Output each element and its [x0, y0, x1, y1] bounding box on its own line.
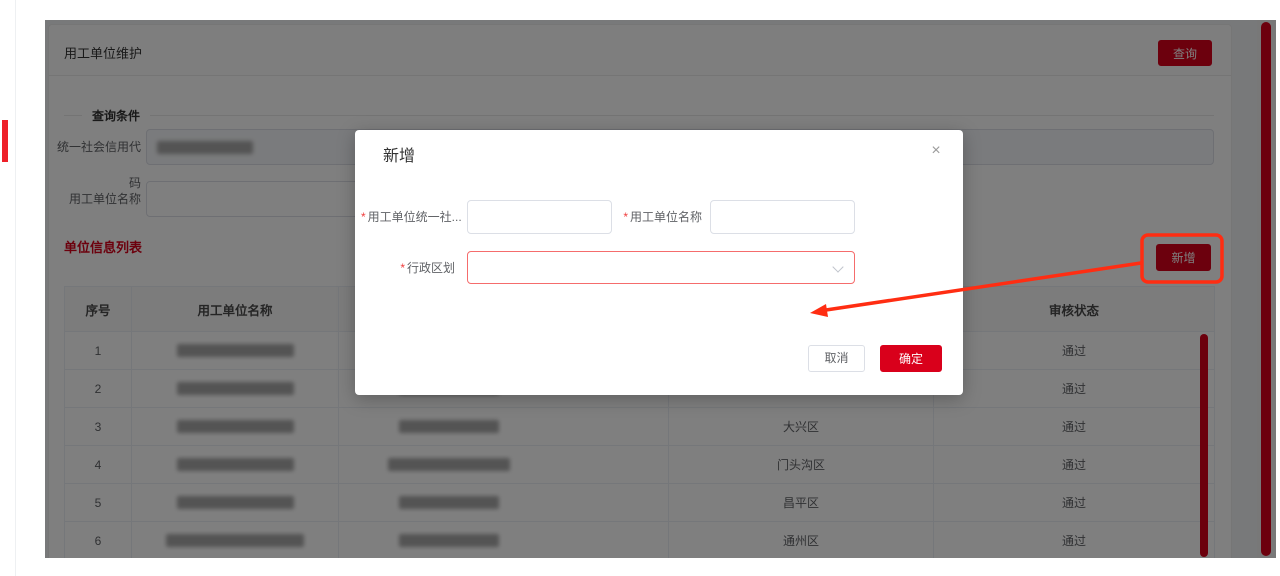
confirm-button[interactable]: 确定 — [880, 345, 942, 372]
modal-unit-name-label: *用工单位名称 — [613, 200, 702, 234]
sidebar-active-marker — [2, 120, 8, 162]
modal-unit-name-label-text: 用工单位名称 — [630, 210, 702, 224]
cancel-button[interactable]: 取消 — [808, 345, 865, 372]
chevron-down-icon — [832, 261, 843, 272]
add-unit-modal: 新增 × *用工单位统一社... *用工单位名称 *行政区划 取消 确定 — [355, 130, 963, 395]
required-asterisk: * — [361, 210, 366, 224]
required-asterisk: * — [400, 261, 405, 275]
modal-district-select[interactable] — [467, 251, 855, 284]
modal-credit-code-label-text: 用工单位统一社... — [368, 210, 462, 224]
modal-credit-code-label: *用工单位统一社... — [361, 200, 455, 234]
modal-title: 新增 — [383, 142, 415, 166]
modal-district-label-text: 行政区划 — [407, 261, 455, 275]
modal-credit-code-input[interactable] — [467, 200, 612, 234]
close-icon[interactable]: × — [925, 140, 947, 162]
required-asterisk: * — [623, 210, 628, 224]
modal-unit-name-input[interactable] — [710, 200, 855, 234]
modal-district-label: *行政区划 — [361, 251, 455, 285]
left-rail-divider — [15, 0, 16, 576]
